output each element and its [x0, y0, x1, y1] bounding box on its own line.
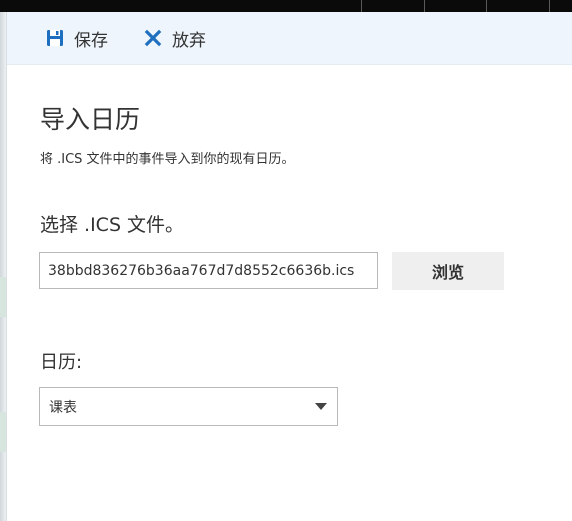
- discard-label: 放弃: [172, 30, 206, 51]
- calendar-selected-value: 课表: [49, 399, 77, 416]
- background-panel-edge: [0, 12, 7, 521]
- background-peek: [0, 412, 6, 452]
- strip-divider: [424, 0, 425, 12]
- close-icon: [143, 28, 163, 48]
- page-description: 将 .ICS 文件中的事件导入到你的现有日历。: [40, 152, 295, 167]
- background-peek: [0, 277, 6, 317]
- save-icon: [45, 28, 65, 48]
- save-label: 保存: [74, 30, 108, 51]
- calendar-field-label: 日历:: [40, 352, 83, 373]
- strip-divider: [549, 0, 550, 12]
- strip-divider: [361, 0, 362, 12]
- page-title: 导入日历: [40, 105, 141, 134]
- file-field-label: 选择 .ICS 文件。: [40, 214, 185, 236]
- save-button[interactable]: 保存: [45, 12, 108, 64]
- discard-button[interactable]: 放弃: [143, 12, 206, 64]
- file-path-input[interactable]: 38bbd836276b36aa767d7d8552c6636b.ics: [39, 252, 378, 289]
- calendar-dropdown[interactable]: 课表: [39, 387, 338, 426]
- command-bar: 保存 放弃: [7, 12, 572, 65]
- chevron-down-icon: [315, 403, 327, 410]
- strip-divider: [486, 0, 487, 12]
- browse-button[interactable]: 浏览: [392, 252, 504, 290]
- file-path-value: 38bbd836276b36aa767d7d8552c6636b.ics: [48, 262, 355, 279]
- top-window-strip: [0, 0, 572, 12]
